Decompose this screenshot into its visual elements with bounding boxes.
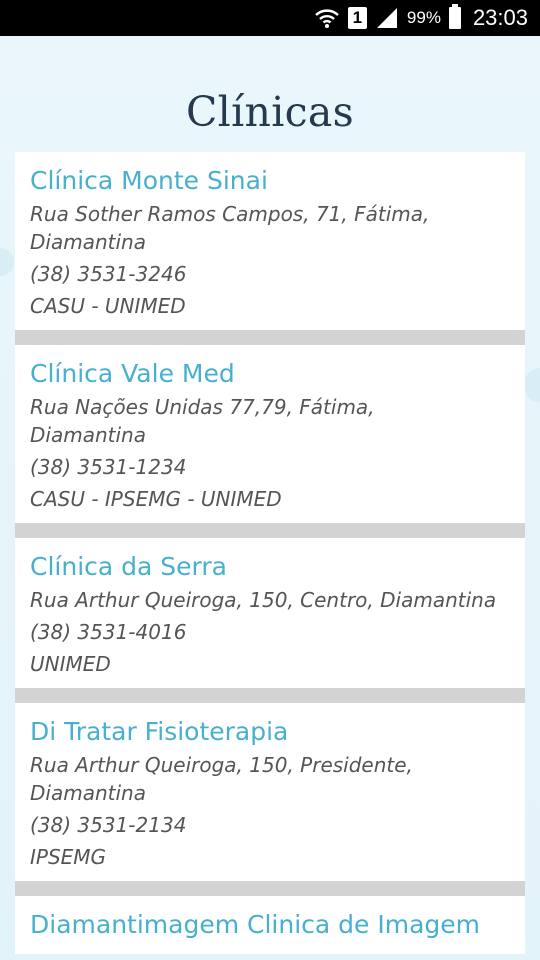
- app-screen: 1 99% 23:03 Clínicas Clínica Monte Sinai…: [0, 0, 540, 960]
- clock: 23:03: [472, 5, 528, 30]
- clinic-phone[interactable]: (38) 3531-2134: [30, 811, 510, 839]
- clinic-name[interactable]: Clínica da Serra: [30, 550, 510, 584]
- battery-percent: 99%: [406, 8, 441, 27]
- clinic-insurance: UNIMED: [30, 652, 111, 676]
- clinic-address: Rua Arthur Queiroga, 150, Centro, Diaman…: [30, 588, 497, 612]
- clinic-card[interactable]: Di Tratar Fisioterapia Rua Arthur Queiro…: [15, 703, 525, 881]
- wifi-icon: [314, 6, 340, 30]
- clinic-name[interactable]: Clínica Monte Sinai: [30, 164, 510, 198]
- clinic-address-city: Diamantina: [30, 230, 146, 254]
- clinic-phone[interactable]: (38) 3531-1234: [30, 453, 510, 481]
- battery-icon: [448, 4, 461, 29]
- signal-icon: [375, 6, 399, 30]
- clinic-list: Clínica Monte Sinai Rua Sother Ramos Cam…: [15, 152, 525, 954]
- status-bar: 1 99% 23:03: [0, 0, 540, 36]
- clinic-card[interactable]: Clínica Monte Sinai Rua Sother Ramos Cam…: [15, 152, 525, 330]
- clinic-address: Rua Arthur Queiroga, 150, Presidente,: [30, 753, 413, 777]
- clinic-insurance: CASU - IPSEMG - UNIMED: [30, 487, 282, 511]
- decorative-edge-shape: [524, 368, 540, 402]
- decorative-edge-shape: [0, 248, 14, 276]
- clinic-address: Rua Sother Ramos Campos, 71, Fátima,: [30, 202, 430, 226]
- page-title: Clínicas: [186, 88, 354, 136]
- clinic-name[interactable]: Diamantimagem Clinica de Imagem: [30, 908, 510, 942]
- clinic-address-city: Diamantina: [30, 781, 146, 805]
- clinic-card[interactable]: Clínica Vale Med Rua Nações Unidas 77,79…: [15, 345, 525, 523]
- sim-indicator: 1: [347, 7, 367, 29]
- clinic-phone[interactable]: (38) 3531-3246: [30, 260, 510, 288]
- clinic-insurance: IPSEMG: [30, 845, 107, 869]
- clinic-name[interactable]: Di Tratar Fisioterapia: [30, 715, 510, 749]
- clinic-insurance: CASU - UNIMED: [30, 294, 186, 318]
- clinic-address: Rua Nações Unidas 77,79, Fátima,: [30, 395, 375, 419]
- clinic-name[interactable]: Clínica Vale Med: [30, 357, 510, 391]
- clinic-address-city: Diamantina: [30, 423, 146, 447]
- clinic-card[interactable]: Diamantimagem Clinica de Imagem: [15, 896, 525, 954]
- clinic-phone[interactable]: (38) 3531-4016: [30, 618, 510, 646]
- clinic-card[interactable]: Clínica da Serra Rua Arthur Queiroga, 15…: [15, 538, 525, 688]
